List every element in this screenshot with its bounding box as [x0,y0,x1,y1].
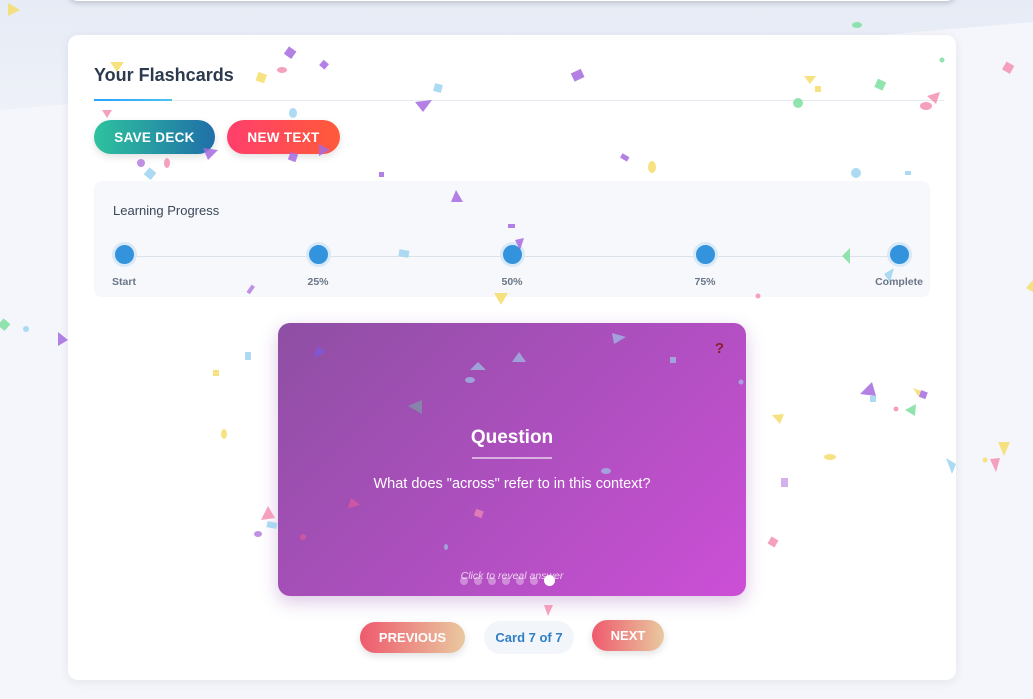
progress-step-dot [111,242,137,267]
progress-step-dot [499,242,525,267]
question-mark-icon[interactable]: ? [715,340,724,357]
progress-step-50[interactable]: 50% [482,242,542,288]
card-dot-active[interactable] [544,575,555,586]
card-dot[interactable] [474,576,482,585]
progress-step-label: Start [112,276,136,288]
progress-step-start[interactable]: Start [94,242,154,288]
card-dot[interactable] [516,576,524,585]
card-dot[interactable] [530,576,538,585]
flashcard[interactable]: ? Question What does "across" refer to i… [278,323,746,596]
progress-title: Learning Progress [113,203,220,218]
title-divider [94,100,944,101]
previous-button[interactable]: PREVIOUS [360,622,465,653]
flashcards-panel: Your Flashcards SAVE DECK NEW TEXT Learn… [68,35,956,680]
panel-title: Your Flashcards [94,65,234,85]
progress-step-label: 75% [694,276,716,288]
new-text-button[interactable]: NEW TEXT [227,120,340,154]
progress-step-dot [886,242,912,267]
card-heading-underline [472,457,552,459]
card-question-text: What does "across" refer to in this cont… [373,476,651,492]
progress-step-label: 25% [307,276,329,288]
progress-step-dot [692,242,718,267]
card-counter: Card 7 of 7 [484,621,574,654]
card-dot[interactable] [502,576,510,585]
progress-step-75[interactable]: 75% [675,242,735,288]
progress-step-25[interactable]: 25% [288,242,348,288]
title-underline [94,99,172,101]
progress-step-label: 50% [501,276,523,288]
progress-step-label: Complete [875,276,923,288]
next-button[interactable]: NEXT [592,620,664,651]
card-dot[interactable] [460,576,468,585]
card-heading: Question [470,427,554,448]
card-dot[interactable] [488,576,496,585]
previous-section-card [68,0,956,1]
card-position-dots [460,575,555,586]
progress-step-dot [305,242,331,267]
save-deck-button[interactable]: SAVE DECK [94,120,215,154]
progress-step-complete[interactable]: Complete [869,242,929,288]
learning-progress: Learning Progress Start 25% 50% 75% Comp… [94,181,930,297]
